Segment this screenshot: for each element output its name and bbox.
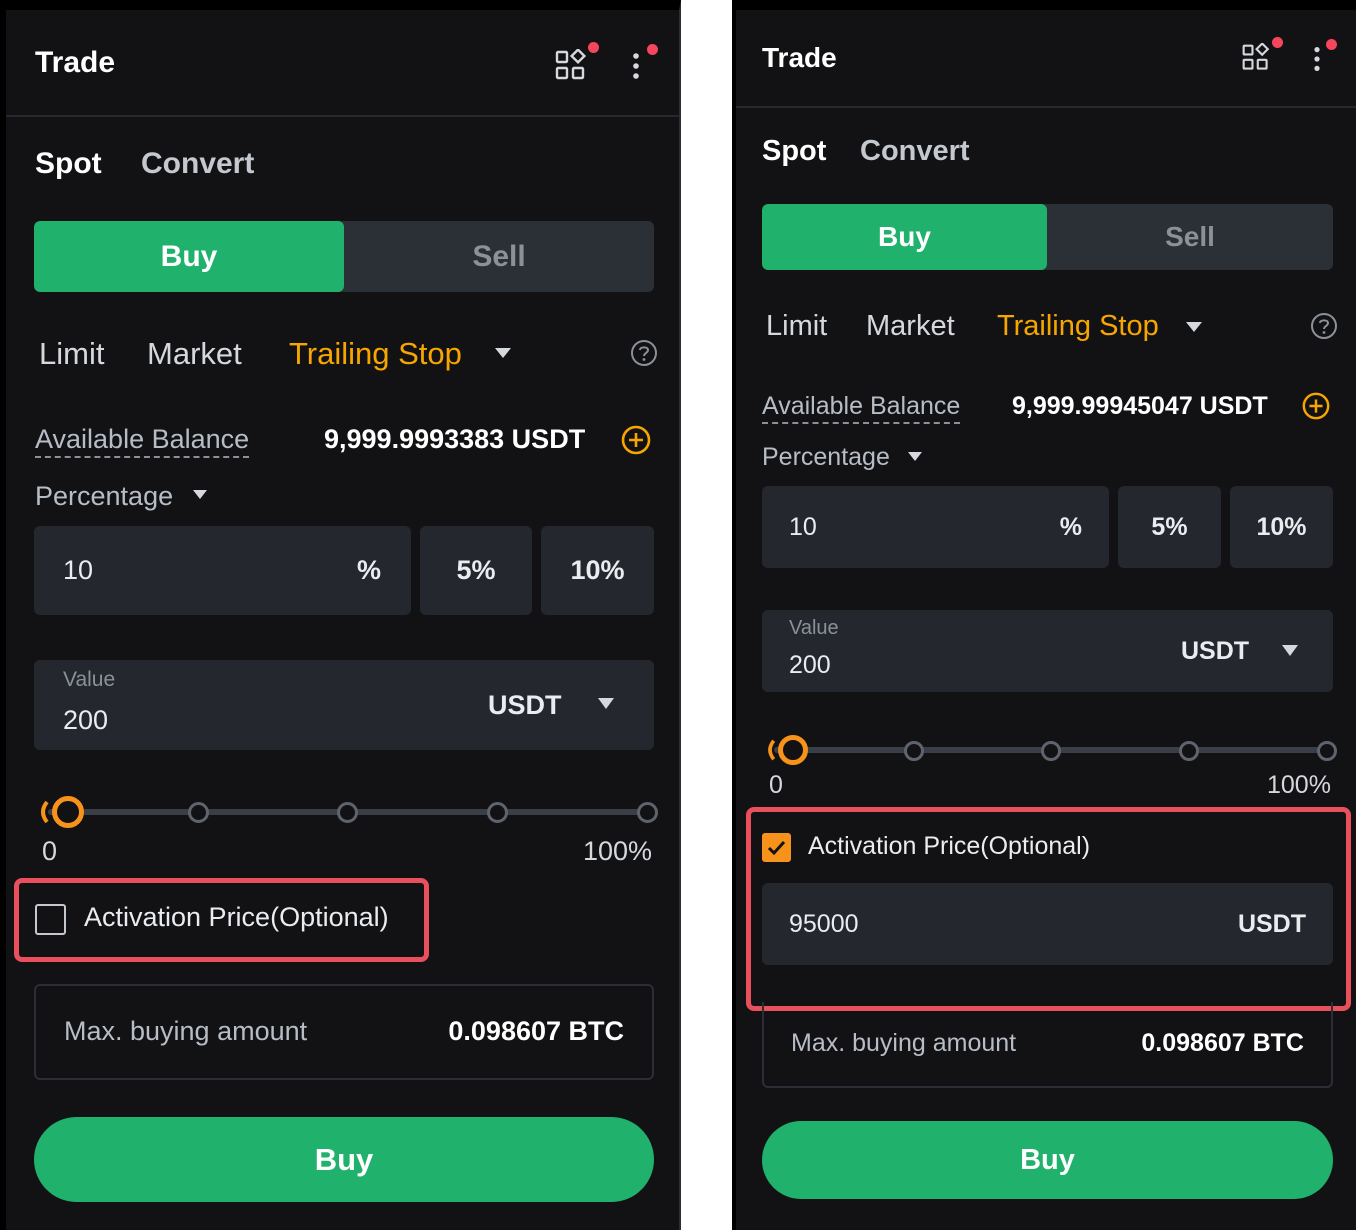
available-balance-value: 9,999.99945047 USDT [1012, 392, 1268, 420]
header-divider [6, 115, 679, 117]
trade-panel-left: Trade Spot Convert Buy Sell Limit Market… [0, 0, 681, 1230]
help-circle-icon[interactable] [630, 339, 658, 372]
activation-checkbox[interactable] [762, 833, 791, 862]
max-buy-value: 0.098607 BTC [1141, 1029, 1304, 1057]
activation-price-input[interactable]: 95000 USDT [762, 883, 1333, 965]
trade-panel-right: Trade Spot Convert Buy Sell Limit Market… [732, 0, 1356, 1230]
slider-node-75[interactable] [487, 802, 508, 823]
slider-node-25[interactable] [904, 741, 924, 761]
max-buy-label: Max. buying amount [64, 1016, 308, 1046]
value-input[interactable]: Value 200 USDT [762, 610, 1333, 692]
caret-down-icon[interactable] [907, 450, 923, 468]
more-vertical-icon[interactable] [630, 50, 642, 87]
order-type-trailing-stop[interactable]: Trailing Stop [289, 336, 462, 372]
slider-min-label: 0 [42, 836, 58, 866]
notification-dot [588, 42, 599, 53]
tab-convert[interactable]: Convert [860, 135, 970, 168]
slider-node-75[interactable] [1179, 741, 1199, 761]
help-circle-icon[interactable] [1310, 312, 1338, 345]
slider-node-50[interactable] [1041, 741, 1061, 761]
page-title: Trade [35, 46, 116, 79]
side-buy-button[interactable]: Buy [34, 221, 344, 292]
caret-down-icon[interactable] [1281, 644, 1299, 663]
percentage-input-value: 10 [789, 513, 817, 541]
percentage-input-value: 10 [63, 555, 94, 585]
submit-buy-button[interactable]: Buy [762, 1121, 1333, 1199]
max-buy-value: 0.098607 BTC [448, 1016, 624, 1046]
slider-handle[interactable] [778, 735, 808, 765]
side-buy-button[interactable]: Buy [762, 204, 1047, 270]
caret-down-icon[interactable] [597, 697, 615, 716]
available-balance-value: 9,999.9993383 USDT [324, 424, 586, 454]
max-buy-box: Max. buying amount 0.098607 BTC [34, 984, 654, 1080]
notification-dot [1272, 37, 1283, 48]
available-balance-label: Available Balance [35, 424, 250, 458]
order-type-trailing-stop[interactable]: Trailing Stop [997, 310, 1159, 343]
percentage-unit: % [356, 555, 381, 585]
apps-grid-icon[interactable] [554, 47, 588, 88]
preset-10-button[interactable]: 10% [1230, 486, 1333, 568]
submit-buy-button[interactable]: Buy [34, 1117, 654, 1202]
activation-price-value: 95000 [789, 910, 859, 938]
notification-dot [1326, 39, 1337, 50]
preset-5-button[interactable]: 5% [420, 526, 532, 615]
side-toggle: Buy Sell [34, 221, 654, 292]
header-divider [736, 106, 1356, 108]
slider-node-100[interactable] [1317, 741, 1337, 761]
value-label: Value [789, 617, 839, 639]
slider-node-50[interactable] [337, 802, 358, 823]
slider-node-25[interactable] [188, 802, 209, 823]
notification-dot [647, 44, 658, 55]
caret-down-icon[interactable] [1185, 320, 1203, 339]
caret-down-icon[interactable] [494, 346, 512, 365]
order-type-limit[interactable]: Limit [39, 336, 104, 372]
tab-spot[interactable]: Spot [762, 135, 826, 168]
side-sell-button[interactable]: Sell [1047, 204, 1333, 270]
slider-max-label: 100% [583, 836, 653, 866]
value-label: Value [63, 668, 116, 691]
tab-convert[interactable]: Convert [141, 147, 254, 181]
percentage-input[interactable]: 10 % [762, 486, 1109, 568]
percentage-mode-label[interactable]: Percentage [762, 443, 890, 472]
check-icon [767, 840, 786, 856]
value-amount: 200 [789, 651, 831, 679]
activation-label[interactable]: Activation Price(Optional) [808, 832, 1090, 861]
preset-10-button[interactable]: 10% [541, 526, 654, 615]
percentage-unit: % [1059, 513, 1082, 541]
activation-price-currency: USDT [1237, 910, 1306, 938]
order-type-limit[interactable]: Limit [766, 310, 827, 343]
add-circle-icon[interactable] [1301, 391, 1331, 426]
activation-checkbox[interactable] [35, 904, 66, 935]
activation-label[interactable]: Activation Price(Optional) [84, 902, 389, 933]
slider-node-100[interactable] [637, 802, 658, 823]
slider-handle[interactable] [52, 796, 84, 828]
max-buy-box: Max. buying amount 0.098607 BTC [762, 1002, 1333, 1088]
page-title: Trade [762, 42, 837, 73]
value-input[interactable]: Value 200 USDT [34, 660, 654, 750]
value-currency[interactable]: USDT [488, 690, 562, 721]
side-toggle: Buy Sell [762, 204, 1333, 270]
order-type-market[interactable]: Market [866, 310, 955, 343]
add-circle-icon[interactable] [620, 424, 652, 461]
slider-max-label: 100% [1267, 771, 1331, 799]
apps-grid-icon[interactable] [1241, 42, 1271, 78]
tab-spot[interactable]: Spot [35, 147, 102, 181]
slider-arrow-left-icon [764, 738, 776, 767]
order-type-market[interactable]: Market [147, 336, 242, 372]
slider-arrow-left-icon [37, 799, 49, 830]
more-vertical-icon[interactable] [1311, 44, 1323, 79]
percentage-input[interactable]: 10 % [34, 526, 411, 615]
side-sell-button[interactable]: Sell [344, 221, 654, 292]
caret-down-icon[interactable] [192, 488, 208, 506]
preset-5-button[interactable]: 5% [1118, 486, 1221, 568]
max-buy-label: Max. buying amount [791, 1029, 1017, 1057]
available-balance-label: Available Balance [762, 392, 961, 424]
slider-min-label: 0 [769, 771, 783, 799]
value-currency[interactable]: USDT [1181, 637, 1249, 666]
percentage-mode-label[interactable]: Percentage [35, 481, 173, 512]
value-amount: 200 [63, 705, 109, 735]
